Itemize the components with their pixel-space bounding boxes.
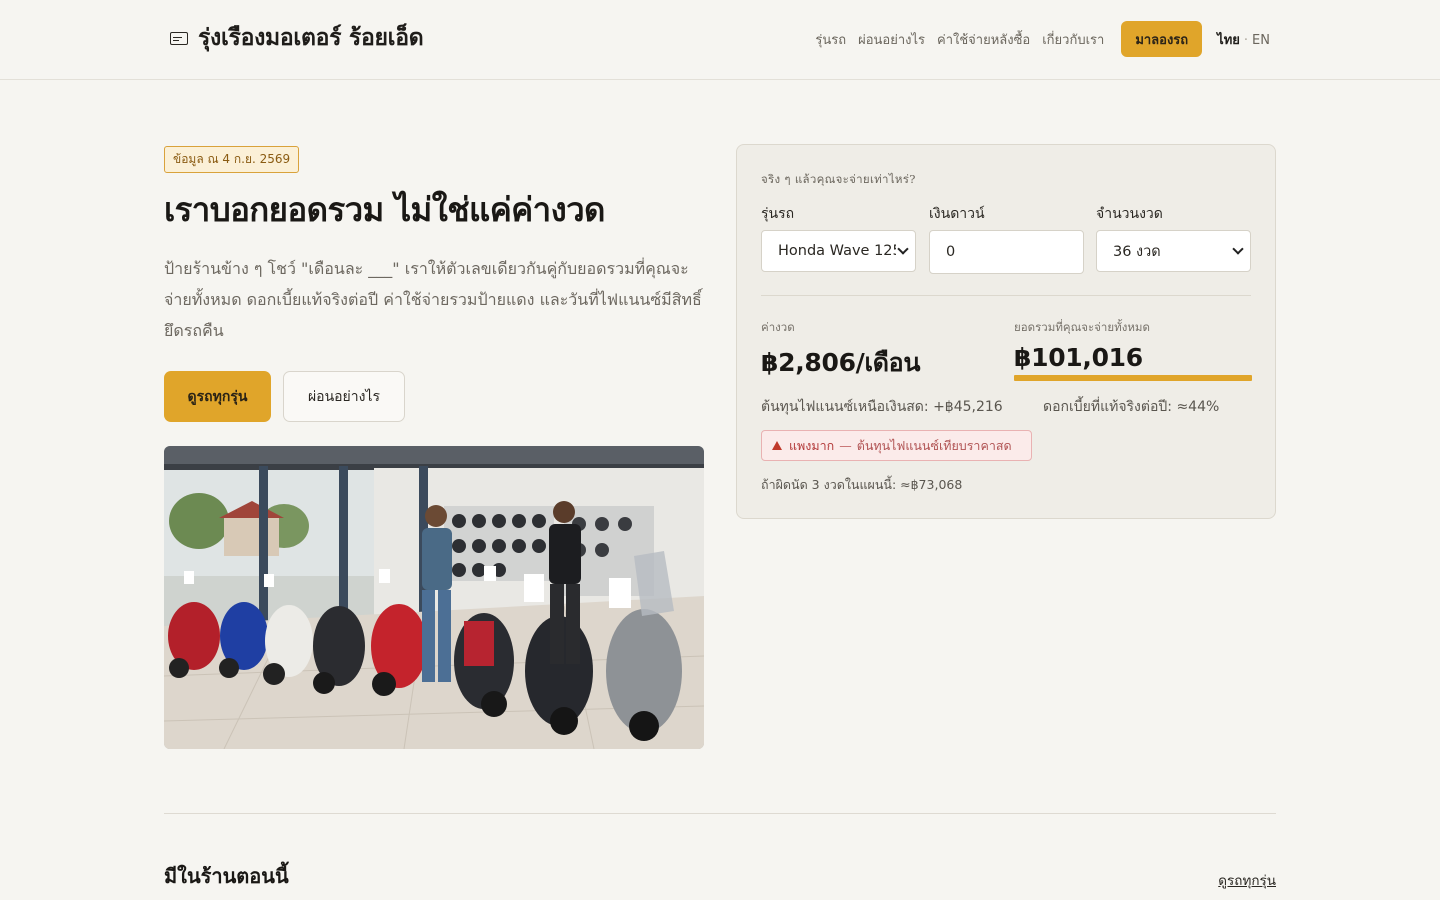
hero-title: เราบอกยอดรวม ไม่ใช่แค่ค่างวด — [164, 190, 605, 229]
data-date-badge: ข้อมูล ณ 4 ก.ย. 2569 — [164, 146, 300, 173]
language-switcher: ไทย · EN — [1217, 29, 1270, 50]
how-to-pay-button[interactable]: ผ่อนอย่างไร — [283, 371, 405, 422]
term-select-value: 36 งวด — [1113, 243, 1161, 260]
down-payment-label: เงินดาวน์ — [929, 206, 985, 222]
main-nav: รุ่นรถ ผ่อนอย่างไร ค่าใช้จ่ายหลังซื้อ เก… — [815, 21, 1270, 57]
cost-warning-badge: แพงมาก — ต้นทุนไฟแนนซ์เทียบราคาสด — [761, 430, 1032, 461]
lang-english[interactable]: EN — [1252, 33, 1270, 48]
brand[interactable]: รุ่งเรืองมอเตอร์ ร้อยเอ็ด — [170, 20, 424, 56]
nav-models[interactable]: รุ่นรถ — [815, 29, 846, 50]
missed-payments-note: ถ้าผิดนัด 3 งวดในแผนนี้: ≈฿73,068 — [761, 477, 963, 492]
installment-value: ฿2,806/เดือน — [761, 348, 921, 377]
effective-annual-rate: ดอกเบี้ยที่แท้จริงต่อปี: ≈44% — [1043, 399, 1220, 415]
price-calculator-card: จริง ๆ แล้วคุณจะจ่ายเท่าไหร่? รุ่นรถ เงิ… — [736, 144, 1276, 519]
site-header: รุ่งเรืองมอเตอร์ ร้อยเอ็ด รุ่นรถ ผ่อนอย่… — [0, 0, 1440, 80]
view-all-models-button[interactable]: ดูรถทุกรุ่น — [164, 371, 271, 422]
test-ride-button[interactable]: มาลองรถ — [1121, 21, 1203, 57]
nav-after-purchase-costs[interactable]: ค่าใช้จ่ายหลังซื้อ — [937, 29, 1030, 50]
card-icon — [170, 31, 188, 45]
hero-description: ป้ายร้านข้าง ๆ โชว์ "เดือนละ ___" เราให้… — [164, 259, 702, 340]
model-select[interactable]: Honda Wave 125i — [761, 230, 916, 272]
finance-cost-over-cash: ต้นทุนไฟแนนซ์เหนือเงินสด: +฿45,216 — [761, 399, 1003, 415]
installment-label: ค่างวด — [761, 320, 795, 334]
total-label: ยอดรวมที่คุณจะจ่ายทั้งหมด — [1014, 320, 1150, 334]
down-payment-value: 0 — [946, 244, 956, 260]
showroom-photo — [164, 446, 704, 749]
term-label: จำนวนงวด — [1096, 206, 1163, 222]
brand-name: รุ่งเรืองมอเตอร์ ร้อยเอ็ด — [198, 24, 424, 51]
card-divider — [761, 295, 1251, 296]
total-highlight-bar — [1014, 375, 1252, 381]
showroom-illustration — [164, 446, 704, 749]
calculator-question: จริง ๆ แล้วคุณจะจ่ายเท่าไหร่? — [761, 172, 916, 186]
lang-thai[interactable]: ไทย — [1217, 33, 1240, 48]
nav-about[interactable]: เกี่ยวกับเรา — [1042, 29, 1104, 50]
warning-label: แพงมาก — [789, 437, 835, 453]
total-value: ฿101,016 — [1014, 343, 1143, 372]
down-payment-input[interactable]: 0 — [929, 230, 1084, 274]
view-all-models-link[interactable]: ดูรถทุกรุ่น — [1218, 869, 1276, 891]
lang-separator: · — [1243, 32, 1249, 48]
section-divider — [164, 813, 1276, 814]
term-select[interactable]: 36 งวด — [1096, 230, 1251, 272]
model-select-value: Honda Wave 125i — [778, 243, 896, 259]
chevron-down-icon — [1232, 243, 1244, 255]
chevron-down-icon — [897, 243, 909, 255]
warning-separator: — — [839, 438, 852, 453]
model-label: รุ่นรถ — [761, 206, 795, 222]
warning-description: ต้นทุนไฟแนนซ์เทียบราคาสด — [856, 437, 1012, 453]
warning-triangle-icon — [772, 441, 782, 450]
in-stock-title: มีในร้านตอนนี้ — [164, 864, 289, 888]
nav-how-to-pay[interactable]: ผ่อนอย่างไร — [858, 29, 925, 50]
